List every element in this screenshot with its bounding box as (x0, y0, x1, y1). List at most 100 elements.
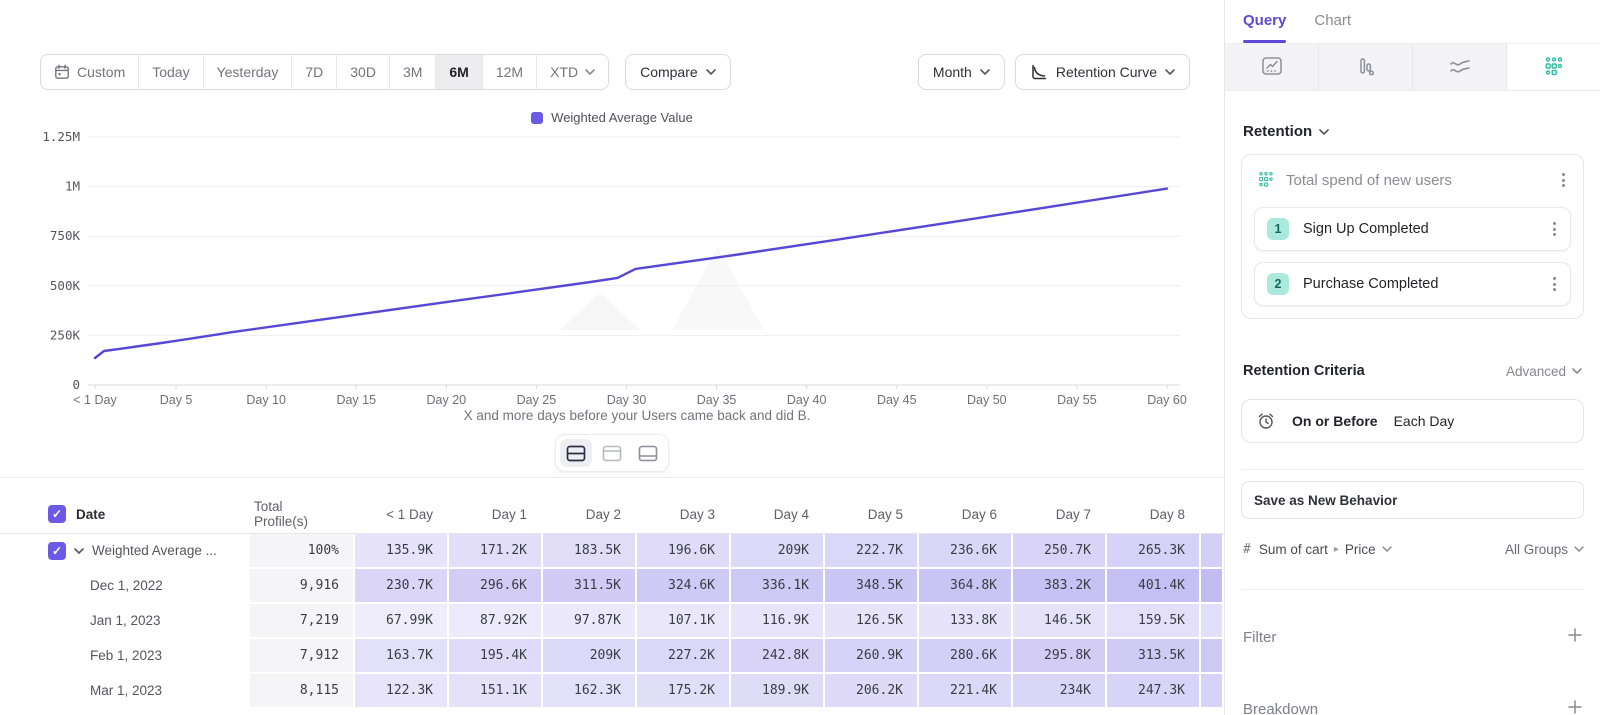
range-label: Yesterday (217, 64, 279, 80)
retention-criteria-row: Retention Criteria Advanced (1243, 363, 1582, 379)
row-checkbox[interactable]: ✓ (48, 542, 66, 560)
layout-bottom-button[interactable] (632, 439, 664, 467)
report-type-tabs (1225, 44, 1600, 91)
behavior-step-2[interactable]: 2 Purchase Completed (1254, 262, 1571, 306)
range-30d[interactable]: 30D (337, 55, 390, 89)
retention-value-cell: 221.4K (919, 674, 1013, 709)
layout-top-button[interactable] (596, 439, 628, 467)
granularity-label: Month (933, 64, 972, 80)
step-menu-button[interactable] (1549, 218, 1560, 240)
range-label: Today (152, 64, 189, 80)
range-label: 3M (403, 64, 422, 80)
svg-text:0: 0 (72, 377, 80, 392)
compare-button[interactable]: Compare (625, 54, 731, 90)
criteria-condition-card[interactable]: On or Before Each Day (1241, 399, 1584, 443)
retention-value-cell: 311.5K (543, 569, 637, 604)
retention-value-cell: 209K (731, 534, 825, 569)
insights-icon (1260, 56, 1284, 78)
tab-chart[interactable]: Chart (1314, 12, 1351, 43)
total-profiles-cell: 8,115 (250, 674, 355, 709)
retention-value-cell: 324.6K (637, 569, 731, 604)
retention-value-cell: 313.5K (1107, 639, 1201, 674)
table-row[interactable]: ✓Weighted Average ...100%135.9K171.2K183… (0, 534, 1224, 569)
chevron-down-icon (1165, 69, 1175, 75)
retention-value-cell: 67.99K (355, 604, 449, 639)
tab-insights[interactable] (1225, 44, 1319, 90)
svg-text:Day 55: Day 55 (1057, 393, 1097, 407)
column-header: Total Profile(s) (250, 497, 355, 533)
column-header: Day 6 (919, 497, 1013, 533)
range-label: 7D (305, 64, 323, 80)
all-groups-dropdown[interactable]: All Groups (1505, 542, 1584, 557)
advanced-dropdown[interactable]: Advanced (1506, 364, 1582, 379)
range-today[interactable]: Today (139, 55, 203, 89)
criteria-value-label[interactable]: Each Day (1394, 413, 1455, 429)
retention-value-cell: 162.3K (543, 674, 637, 709)
table-row[interactable]: Dec 1, 20229,916230.7K296.6K311.5K324.6K… (0, 569, 1224, 604)
plus-icon[interactable] (1568, 700, 1582, 715)
tab-retention[interactable] (1507, 44, 1600, 90)
save-as-new-behavior-button[interactable]: Save as New Behavior (1241, 481, 1584, 519)
behavior-step-1[interactable]: 1 Sign Up Completed (1254, 207, 1571, 251)
range-3m[interactable]: 3M (390, 55, 436, 89)
range-6m[interactable]: 6M (436, 55, 482, 89)
granularity-button[interactable]: Month (918, 54, 1005, 90)
property-arrow-icon: ▸ (1334, 544, 1339, 555)
tab-flows[interactable] (1413, 44, 1507, 90)
retention-value-cell: 383.2K (1013, 569, 1107, 604)
table-row[interactable]: Jan 1, 20237,21967.99K87.92K97.87K107.1K… (0, 604, 1224, 639)
retention-section-dropdown[interactable]: Retention (1243, 123, 1582, 140)
svg-text:Day 35: Day 35 (697, 393, 737, 407)
retention-value-cell: 146.5K (1013, 604, 1107, 639)
svg-text:Day 5: Day 5 (160, 393, 193, 407)
table-row[interactable]: Mar 1, 20238,115122.3K151.1K162.3K175.2K… (0, 674, 1224, 709)
legend-swatch (531, 112, 543, 124)
chart-type-label: Retention Curve (1056, 64, 1157, 80)
save-as-new-behavior-label: Save as New Behavior (1254, 493, 1397, 508)
retention-value-cell: 195.4K (449, 639, 543, 674)
range-7d[interactable]: 7D (292, 55, 337, 89)
total-profiles-cell: 100% (250, 534, 355, 569)
column-header: Day 4 (731, 497, 825, 533)
retention-value-cell: 189.9K (731, 674, 825, 709)
range-custom[interactable]: Custom (41, 55, 139, 89)
criteria-condition-label[interactable]: On or Before (1292, 413, 1378, 429)
chart-type-button[interactable]: Retention Curve (1015, 54, 1190, 90)
step-event-label: Sign Up Completed (1303, 221, 1535, 237)
range-12m[interactable]: 12M (483, 55, 537, 89)
date-range-group: Custom Today Yesterday 7D 30D 3M 6M12MXTD (40, 54, 609, 90)
behavior-menu-button[interactable] (1558, 169, 1569, 191)
retention-icon (1542, 55, 1566, 79)
clipped-value-cell (1201, 534, 1224, 569)
table-row[interactable]: Feb 1, 20237,912163.7K195.4K209K227.2K24… (0, 639, 1224, 674)
legend-label: Weighted Average Value (551, 110, 693, 125)
layout-split-button[interactable] (560, 439, 592, 467)
svg-text:Day 60: Day 60 (1147, 393, 1187, 407)
total-profiles-cell: 9,916 (250, 569, 355, 604)
column-header-date: Date (76, 507, 105, 522)
chevron-down-icon (1382, 546, 1392, 552)
plus-icon[interactable] (1568, 628, 1582, 647)
compare-label: Compare (640, 64, 698, 80)
range-yesterday[interactable]: Yesterday (204, 55, 293, 89)
range-xtd[interactable]: XTD (537, 55, 608, 89)
step-menu-button[interactable] (1549, 273, 1560, 295)
select-all-checkbox[interactable]: ✓ (48, 505, 66, 523)
retention-value-cell: 296.6K (449, 569, 543, 604)
chevron-down-icon[interactable] (74, 548, 84, 554)
tab-funnels[interactable] (1319, 44, 1413, 90)
tab-query[interactable]: Query (1243, 12, 1286, 43)
retention-value-cell: 209K (543, 639, 637, 674)
behavior-title: Total spend of new users (1286, 172, 1548, 189)
retention-value-cell: 133.8K (919, 604, 1013, 639)
row-label: Dec 1, 2022 (90, 578, 163, 593)
step-number-badge: 1 (1267, 218, 1289, 240)
measure-property-dropdown[interactable]: Sum of cart ▸ Price (1259, 542, 1392, 557)
breakdown-add-row[interactable]: Breakdown (1243, 689, 1582, 715)
chevron-down-icon (1319, 129, 1329, 135)
svg-text:Day 20: Day 20 (427, 393, 467, 407)
filter-add-row[interactable]: Filter (1243, 617, 1582, 657)
chevron-down-icon (1572, 368, 1582, 374)
chart-legend[interactable]: Weighted Average Value (0, 110, 1224, 125)
retention-value-cell: 401.4K (1107, 569, 1201, 604)
